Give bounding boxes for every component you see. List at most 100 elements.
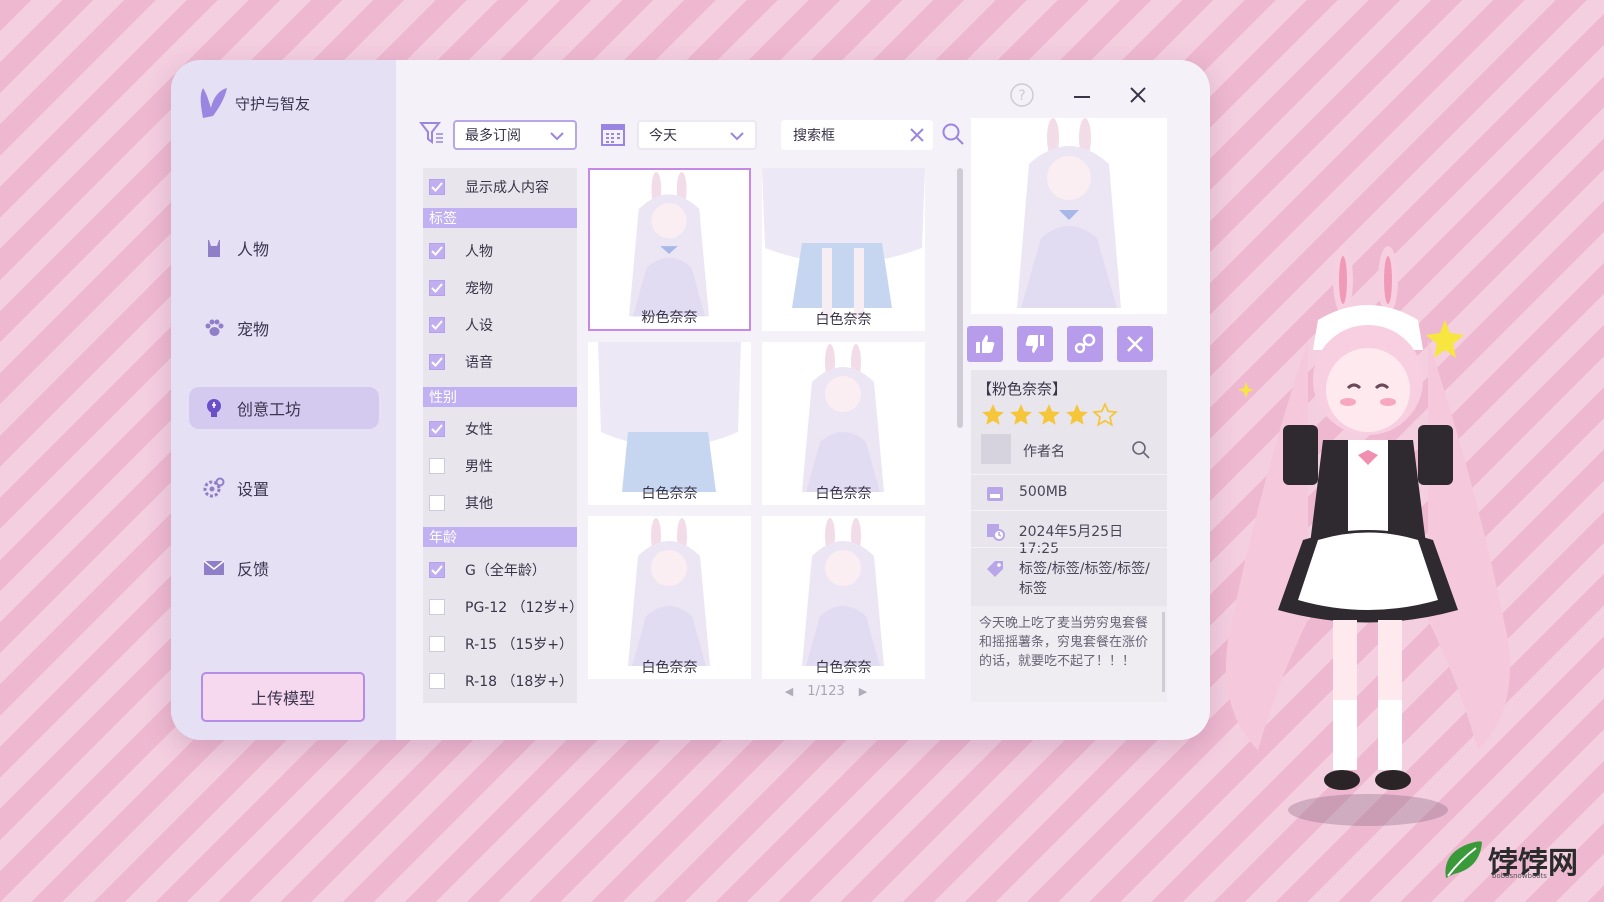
model-card[interactable]: 白色奈奈 [762, 516, 925, 679]
filter-age-item[interactable]: R-18 （18岁+） [423, 666, 577, 696]
filter-age-item[interactable]: PG-12 （12岁+） [423, 592, 583, 622]
character-preview [971, 118, 1167, 314]
model-card[interactable]: 白色奈奈 [588, 516, 751, 679]
close-window-button[interactable] [1123, 80, 1153, 110]
rating-stars [979, 402, 1119, 428]
rabbit-icon [201, 235, 227, 261]
search-button[interactable] [941, 122, 965, 150]
help-icon: ? [1010, 83, 1034, 107]
star-filled-icon [982, 404, 1004, 425]
filter-gender-item[interactable]: 男性 [423, 451, 577, 481]
filter-gender-item[interactable]: 其他 [423, 488, 577, 518]
sidebar: 守护与智友 人物 宠物 创意工坊 设置 反馈 上传模型 [171, 60, 396, 740]
leaf-logo-icon [1445, 841, 1482, 878]
model-tags: 标签/标签/标签/标签/标签 [1019, 561, 1150, 597]
filter-tag-item[interactable]: 人设 [423, 310, 577, 340]
author-name[interactable]: 作者名 [1023, 441, 1065, 461]
grid-scrollbar[interactable] [957, 168, 963, 428]
model-card[interactable]: 粉色奈奈 [588, 168, 751, 331]
calendar-icon[interactable] [601, 122, 625, 150]
nav-item-pets[interactable]: 宠物 [189, 307, 379, 349]
nav-item-characters[interactable]: 人物 [189, 227, 379, 269]
like-button[interactable] [967, 326, 1003, 362]
nav-label: 反馈 [237, 560, 270, 579]
section-header-tags: 标签 [423, 208, 577, 228]
section-header-age: 年龄 [423, 527, 577, 547]
checkbox-checked[interactable] [429, 354, 445, 370]
steam-button[interactable] [1067, 326, 1103, 362]
checkbox-checked[interactable] [429, 243, 445, 259]
nav-item-settings[interactable]: 设置 [189, 467, 379, 509]
app-window: 守护与智友 人物 宠物 创意工坊 设置 反馈 上传模型 ? 最多订阅 今天 搜索… [171, 60, 1210, 740]
checkbox-checked[interactable] [429, 179, 445, 195]
filter-tag-item[interactable]: 宠物 [423, 273, 577, 303]
divider [971, 510, 1167, 511]
filter-icon[interactable] [418, 120, 445, 150]
nav-item-feedback[interactable]: 反馈 [189, 547, 379, 589]
model-title: 【粉色奈奈】 [977, 380, 1068, 398]
remove-button[interactable] [1117, 326, 1153, 362]
character-thumbnail [588, 516, 751, 679]
filter-age-item[interactable]: R-15 （15岁+） [423, 629, 577, 659]
filter-age-item[interactable]: G（全年龄） [423, 555, 577, 585]
nav-label: 设置 [237, 480, 270, 499]
checkbox-checked[interactable] [429, 280, 445, 296]
chevron-down-icon [550, 132, 564, 141]
filter-adult-content[interactable]: 显示成人内容 [423, 172, 577, 202]
disk-icon [971, 484, 1019, 504]
model-card[interactable]: 白色奈奈 [762, 342, 925, 505]
search-value: 搜索框 [793, 128, 835, 144]
checkbox-unchecked[interactable] [429, 599, 445, 615]
clear-icon[interactable] [909, 127, 925, 143]
checkbox-unchecked[interactable] [429, 495, 445, 511]
minimize-icon [1074, 96, 1090, 98]
upload-model-button[interactable]: 上传模型 [201, 672, 365, 722]
filter-panel: 显示成人内容 标签 人物 宠物 人设 语音 性别 女性 男性 其他 年龄 G（全… [423, 168, 583, 703]
nav-item-workshop[interactable]: 创意工坊 [189, 387, 379, 429]
checkbox-checked[interactable] [429, 421, 445, 437]
prev-page-icon[interactable]: ◀ [785, 685, 793, 698]
character-thumbnail [762, 516, 925, 679]
checkbox-unchecked[interactable] [429, 636, 445, 652]
next-page-icon[interactable]: ▶ [859, 685, 867, 698]
filter-gender-item[interactable]: 女性 [423, 414, 577, 444]
model-card[interactable]: 白色奈奈 [588, 342, 751, 505]
character-thumbnail [590, 170, 749, 329]
search-input[interactable]: 搜索框 [781, 120, 933, 150]
nav-label: 宠物 [237, 320, 270, 339]
card-title: 白色奈奈 [815, 312, 872, 328]
sort-dropdown[interactable]: 最多订阅 [453, 120, 577, 150]
checkbox-checked[interactable] [429, 562, 445, 578]
filter-tag-item[interactable]: 人物 [423, 236, 577, 266]
checkbox-unchecked[interactable] [429, 458, 445, 474]
maid-mascot-illustration [1226, 246, 1510, 826]
chevron-down-icon [730, 132, 744, 141]
divider [971, 547, 1167, 548]
model-description: 今天晚上吃了麦当劳穷鬼套餐和摇摇薯条，穷鬼套餐在涨价的话，就要吃不起了！！！ [971, 606, 1167, 702]
tag-icon [971, 559, 1019, 579]
help-button[interactable]: ? [1007, 80, 1037, 110]
checkbox-checked[interactable] [429, 317, 445, 333]
checkbox-unchecked[interactable] [429, 673, 445, 689]
close-icon [1127, 336, 1143, 352]
date-dropdown[interactable]: 今天 [637, 120, 757, 150]
author-avatar[interactable] [981, 434, 1011, 464]
card-title: 白色奈奈 [815, 486, 872, 502]
star-empty-icon [1092, 402, 1118, 427]
date-value: 今天 [649, 128, 677, 144]
character-thumbnail [762, 342, 925, 505]
filter-tag-item[interactable]: 语音 [423, 347, 577, 377]
thumbs-up-icon [976, 335, 995, 353]
sort-value: 最多订阅 [465, 128, 521, 144]
description-scrollbar[interactable] [1162, 612, 1165, 692]
dislike-button[interactable] [1017, 326, 1053, 362]
info-size-row: 500MB [971, 484, 1167, 504]
model-card[interactable]: 白色奈奈 [762, 168, 925, 331]
search-icon[interactable] [1131, 440, 1151, 460]
minimize-button[interactable] [1067, 80, 1097, 110]
model-size: 500MB [1019, 484, 1068, 500]
search-icon [942, 123, 964, 145]
character-thumbnail [588, 342, 751, 505]
card-title: 白色奈奈 [641, 660, 698, 676]
star-filled-icon [1038, 404, 1060, 425]
